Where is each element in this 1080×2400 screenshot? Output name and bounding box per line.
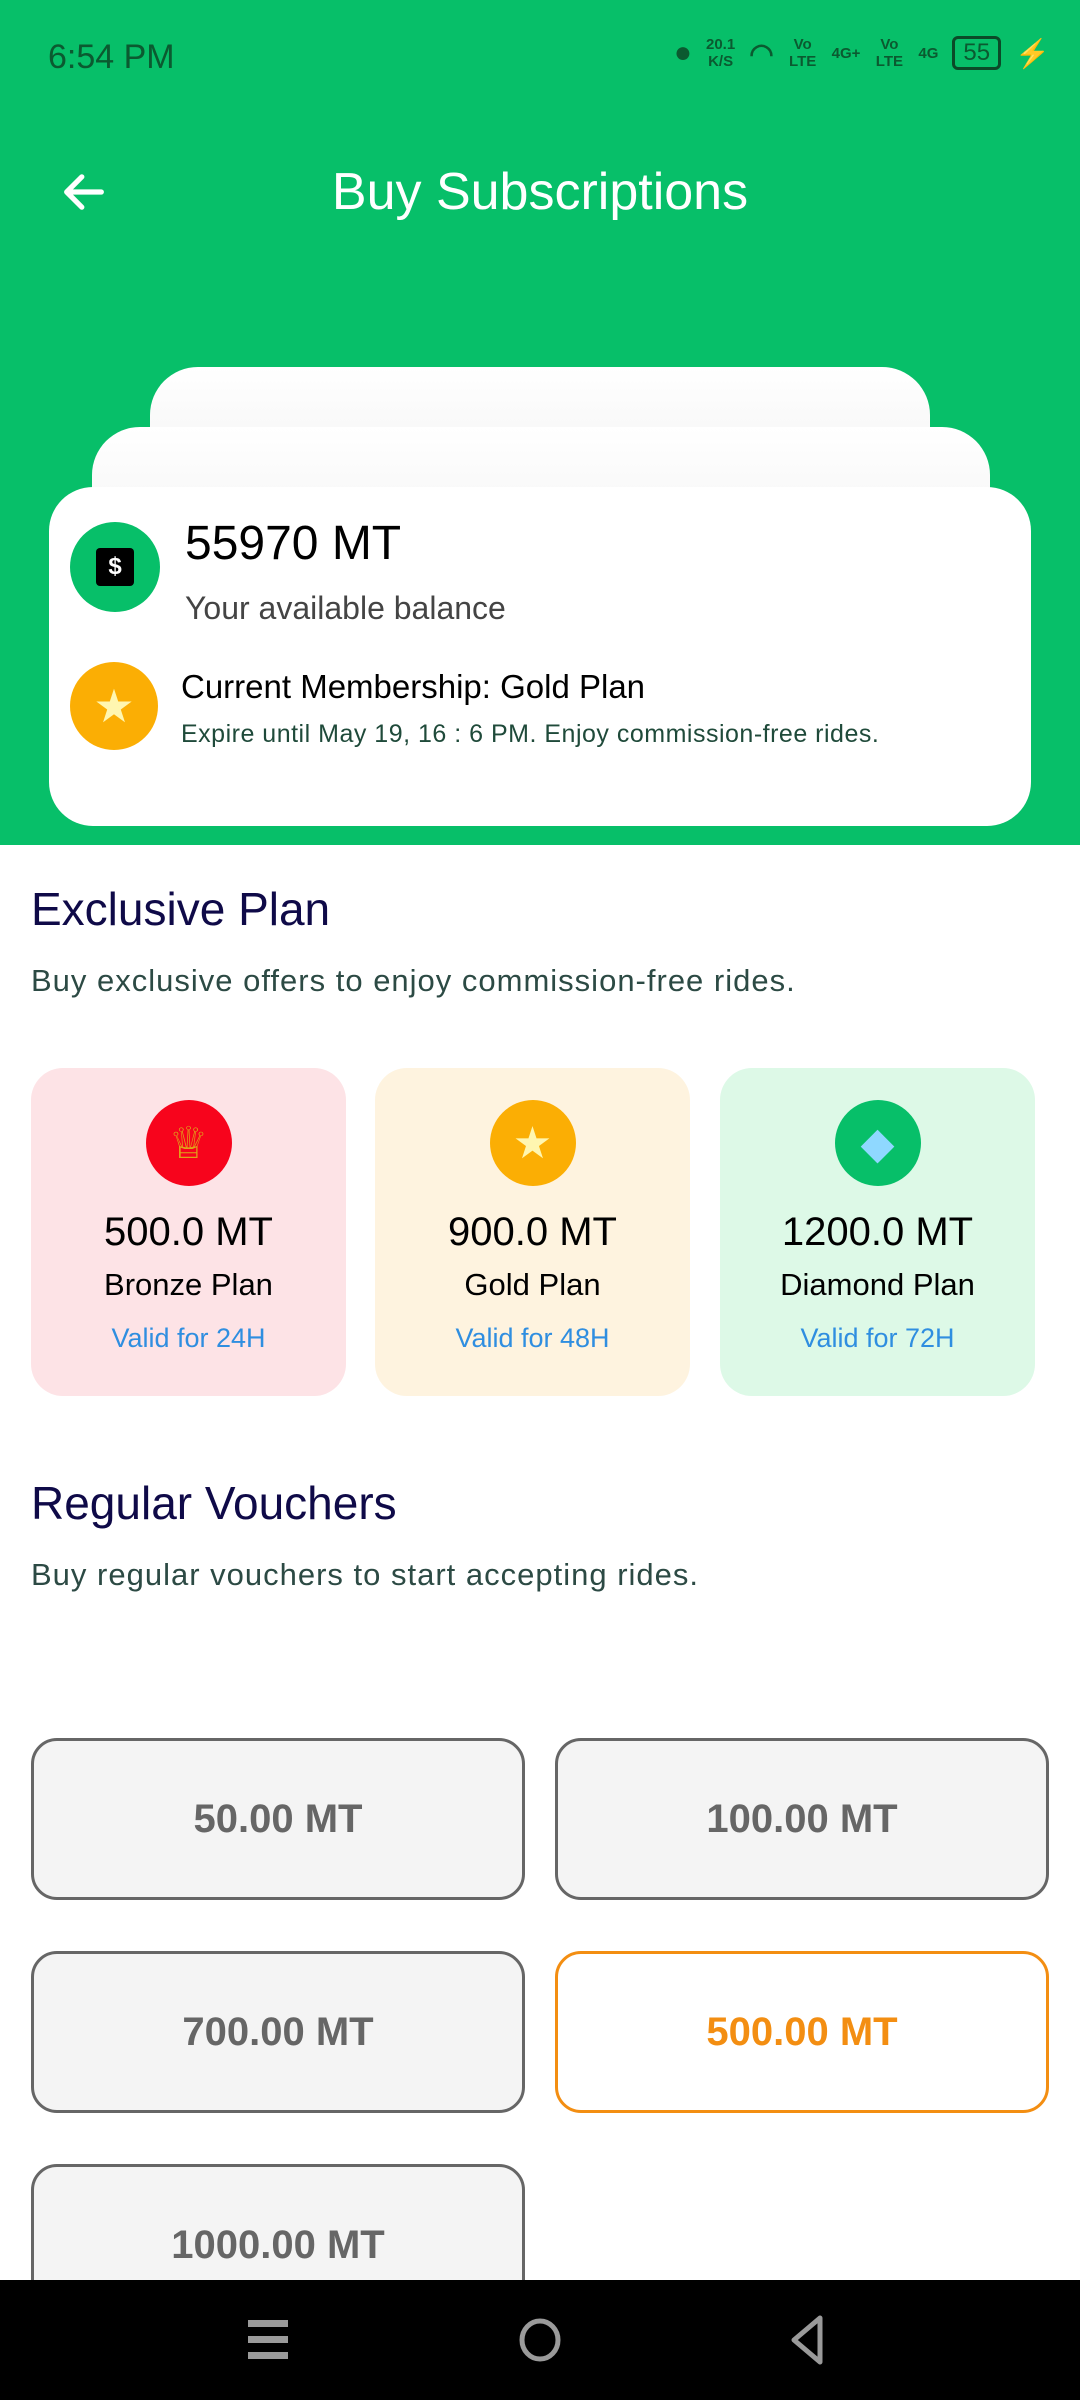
plan-price: 900.0 MT [448, 1210, 617, 1254]
net-speed-unit: K/S [708, 53, 734, 70]
charging-icon: ⚡ [1015, 37, 1050, 69]
battery-icon: 55 [952, 36, 1002, 70]
net-speed-value: 20.1 [705, 36, 736, 53]
status-time: 6:54 PM [48, 38, 175, 76]
star-icon: ★ [70, 662, 158, 750]
voucher-option[interactable]: 50.00 MT [31, 1738, 525, 1900]
star-icon: ★ [489, 1100, 576, 1186]
voucher-option[interactable]: 100.00 MT [555, 1738, 1049, 1900]
menu-icon[interactable] [248, 2316, 292, 2364]
regular-vouchers-subtitle: Buy regular vouchers to start accepting … [31, 1557, 700, 1592]
plan-validity: Valid for 48H [455, 1323, 610, 1353]
diamond-icon: ◆ [834, 1100, 921, 1186]
status-icons: ● 20.1 K/S ◠ Vo LTE 4G+ Vo LTE 4G 55 ⚡ [674, 36, 1050, 70]
wifi-icon: ◠ [749, 37, 774, 69]
page-title: Buy Subscriptions [331, 163, 749, 221]
system-nav-bar [0, 2280, 1080, 2400]
plan-card-diamond[interactable]: ◆ 1200.0 MT Diamond Plan Valid for 72H [720, 1068, 1035, 1396]
voucher-option[interactable]: 700.00 MT [31, 1951, 525, 2113]
plan-validity: Valid for 72H [800, 1323, 955, 1353]
membership-detail: Expire until May 19, 16 : 6 PM. Enjoy co… [181, 720, 880, 748]
money-icon: $ [70, 522, 160, 612]
volte-2: Vo LTE [875, 36, 904, 70]
voucher-option-selected[interactable]: 500.00 MT [555, 1951, 1049, 2113]
location-icon: ● [673, 36, 692, 69]
membership-title: Current Membership: Gold Plan [181, 668, 646, 705]
plan-card-bronze[interactable]: ♕ 500.0 MT Bronze Plan Valid for 24H [31, 1068, 346, 1396]
net-speed: 20.1 K/S [706, 36, 735, 70]
back-nav-icon[interactable] [786, 2312, 830, 2368]
balance-amount: 55970 MT [185, 517, 402, 570]
balance-label: Your available balance [185, 590, 506, 626]
plan-card-gold[interactable]: ★ 900.0 MT Gold Plan Valid for 48H [375, 1068, 690, 1396]
trophy-icon: ♕ [145, 1100, 232, 1186]
plan-price: 500.0 MT [104, 1210, 273, 1254]
signal-1: 4G+ [831, 44, 861, 62]
plan-name: Gold Plan [464, 1267, 601, 1302]
home-icon[interactable] [516, 2314, 564, 2366]
plan-name: Bronze Plan [104, 1267, 273, 1302]
exclusive-plan-subtitle: Buy exclusive offers to enjoy commission… [31, 963, 796, 998]
exclusive-plan-heading: Exclusive Plan [31, 883, 331, 935]
plan-validity: Valid for 24H [111, 1323, 266, 1353]
volte-1: Vo LTE [789, 36, 817, 70]
plan-price: 1200.0 MT [781, 1210, 974, 1254]
plan-name: Diamond Plan [780, 1267, 975, 1302]
signal-2: 4G [918, 44, 939, 62]
regular-vouchers-heading: Regular Vouchers [31, 1477, 397, 1529]
